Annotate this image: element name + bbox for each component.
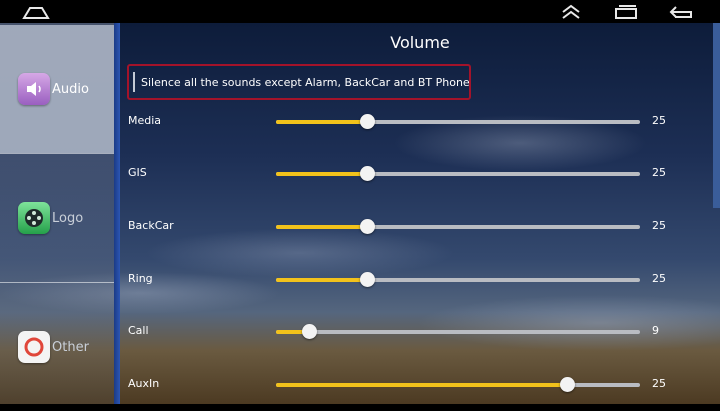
volume-value: 25 xyxy=(652,166,666,179)
home-icon xyxy=(22,6,50,19)
expand-button[interactable] xyxy=(551,0,591,23)
speaker-icon xyxy=(18,73,50,105)
volume-row-media: Media 25 xyxy=(128,110,688,134)
silence-sounds-checkbox[interactable] xyxy=(133,72,135,92)
slider-thumb[interactable] xyxy=(301,324,317,339)
recent-apps-icon xyxy=(615,4,637,19)
media-volume-slider[interactable] xyxy=(276,114,640,129)
volume-row-gis: GIS 25 xyxy=(128,162,688,186)
film-reel-icon xyxy=(18,202,50,234)
panel-divider xyxy=(114,23,120,404)
sidebar-item-other[interactable]: Other xyxy=(0,283,114,411)
volume-label: GIS xyxy=(128,166,147,179)
volume-value: 9 xyxy=(652,324,659,337)
page-title: Volume xyxy=(390,33,450,52)
ring-icon xyxy=(18,331,50,363)
call-volume-slider[interactable] xyxy=(276,324,640,339)
sidebar-item-logo[interactable]: Logo xyxy=(0,154,114,282)
volume-label: Ring xyxy=(128,272,153,285)
sidebar-item-label: Other xyxy=(52,339,89,355)
volume-row-backcar: BackCar 25 xyxy=(128,215,688,239)
slider-fill xyxy=(276,225,367,229)
slider-thumb[interactable] xyxy=(360,219,375,234)
volume-label: Call xyxy=(128,324,149,337)
gis-volume-slider[interactable] xyxy=(276,166,640,181)
volume-value: 25 xyxy=(652,219,666,232)
ring-volume-slider[interactable] xyxy=(276,272,640,287)
double-chevron-up-icon xyxy=(562,4,580,19)
volume-value: 25 xyxy=(652,272,666,285)
recent-apps-button[interactable] xyxy=(606,0,646,23)
system-nav-bar xyxy=(0,0,720,23)
slider-thumb[interactable] xyxy=(360,114,375,129)
volume-row-auxin: AuxIn 25 xyxy=(128,373,688,397)
volume-label: BackCar xyxy=(128,219,174,232)
slider-fill xyxy=(276,278,367,282)
volume-row-call: Call 9 xyxy=(128,320,688,344)
slider-fill xyxy=(276,172,367,176)
back-button[interactable] xyxy=(661,0,701,23)
auxin-volume-slider[interactable] xyxy=(276,377,640,392)
slider-fill xyxy=(276,383,568,387)
slider-thumb[interactable] xyxy=(560,377,576,392)
volume-row-ring: Ring 25 xyxy=(128,268,688,292)
back-arrow-icon xyxy=(669,5,692,18)
slider-fill xyxy=(276,120,367,124)
volume-label: Media xyxy=(128,114,162,127)
slider-thumb[interactable] xyxy=(360,272,375,287)
volume-value: 25 xyxy=(652,114,666,127)
volume-label: AuxIn xyxy=(128,377,160,390)
volume-value: 25 xyxy=(652,377,666,390)
home-button[interactable] xyxy=(16,0,56,23)
sidebar-item-audio[interactable]: Audio xyxy=(0,25,114,153)
silence-sounds-label: Silence all the sounds except Alarm, Bac… xyxy=(141,75,470,89)
backcar-volume-slider[interactable] xyxy=(276,219,640,234)
sidebar-item-label: Audio xyxy=(52,81,89,97)
sidebar-item-label: Logo xyxy=(52,210,84,226)
slider-thumb[interactable] xyxy=(360,166,375,181)
silence-sounds-option[interactable]: Silence all the sounds except Alarm, Bac… xyxy=(127,64,471,100)
